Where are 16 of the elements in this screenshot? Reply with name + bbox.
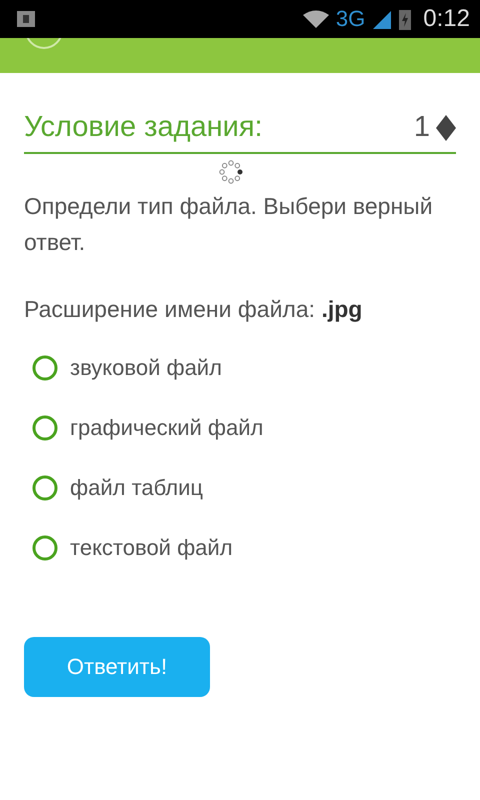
wifi-icon [302,9,330,29]
answer-option[interactable]: графический файл [24,415,456,441]
file-extension-text: Расширение имени файла: .jpg [24,296,364,323]
question-text: Определи тип файла. Выбери верный ответ. [24,192,434,257]
diamond-icon [436,114,456,140]
points-value: 1 [414,111,430,144]
signal-icon [371,9,394,29]
notification-icon [16,10,36,28]
loading-spinner-icon [217,158,245,186]
answer-option[interactable]: файл таблиц [24,475,456,501]
section-title: Условие задания: [24,111,264,144]
answer-option[interactable]: текстовой файл [24,535,456,561]
answer-option[interactable]: звуковой файл [24,355,456,381]
battery-icon [399,8,412,30]
clock: 0:12 [423,5,470,33]
network-type: 3G [336,6,366,32]
